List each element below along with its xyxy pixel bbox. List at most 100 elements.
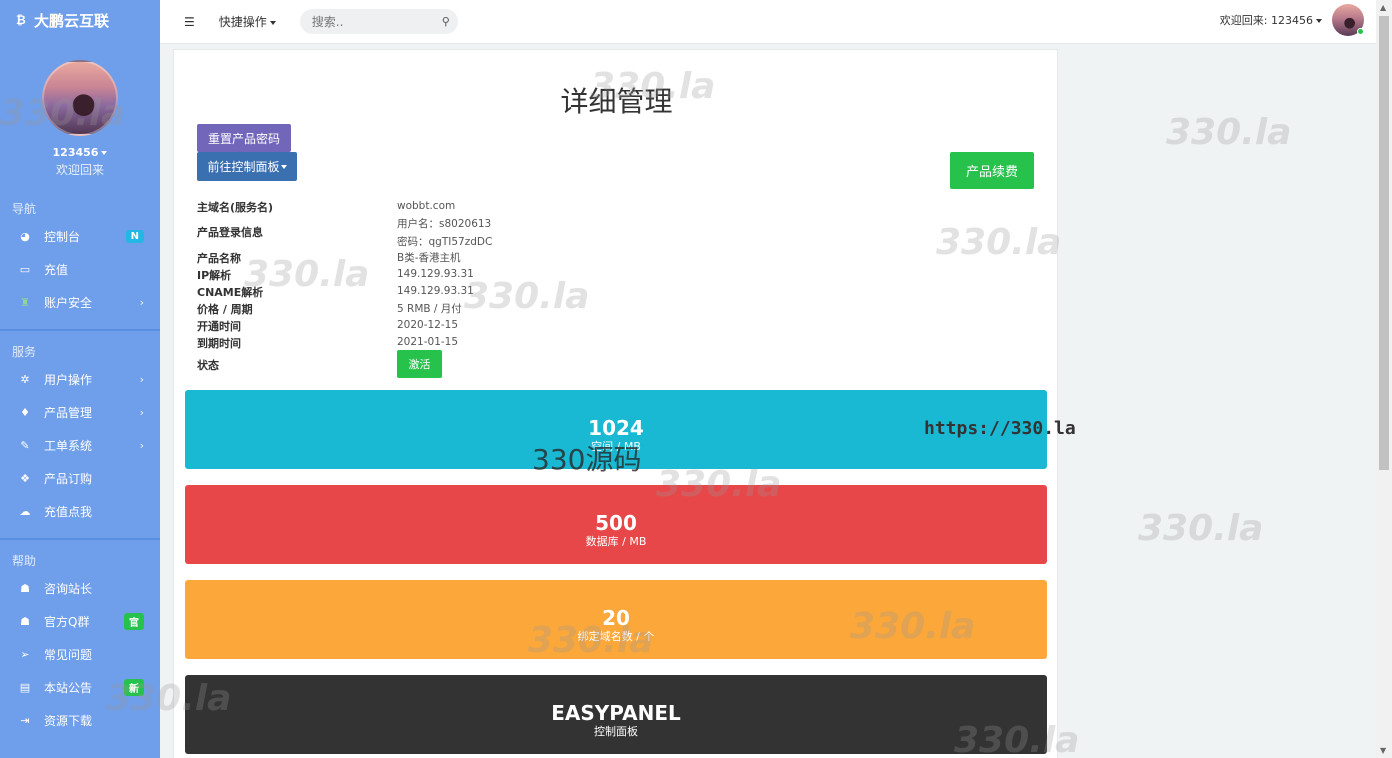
paper-plane-icon: ➢: [20, 648, 30, 661]
brand-logo[interactable]: ₿ 大鹏云互联: [0, 0, 160, 40]
watermark-url: https://330.la: [924, 418, 1076, 439]
sidebar-item-label: 充值点我: [44, 505, 93, 519]
sidebar-item-label: 账户安全: [44, 296, 93, 310]
sidebar-item-dashboard[interactable]: ◕ 控制台 N: [0, 220, 160, 253]
detail-panel: 详细管理 重置产品密码 前往控制面板 产品续费 主域名(服务名) wobbt.c…: [173, 49, 1058, 758]
avatar[interactable]: [42, 60, 118, 136]
caret-down-icon: [280, 164, 287, 169]
search-input[interactable]: [311, 14, 442, 29]
section-nav: 导航: [12, 202, 37, 216]
value-price: 5 RMB / 月付: [397, 303, 462, 315]
watermark: 330.la: [1138, 508, 1264, 549]
sidebar-item-download[interactable]: ⇥ 资源下载: [0, 704, 160, 737]
sidebar-item-recharge[interactable]: ▭ 充值: [0, 253, 160, 286]
sidebar-item-label: 产品订购: [44, 472, 93, 486]
official-badge: 官: [124, 613, 144, 630]
page-title: 详细管理: [560, 85, 673, 118]
online-status-dot: [1357, 28, 1364, 35]
gear-icon: ✲: [20, 373, 30, 386]
caret-down-icon: [101, 151, 108, 155]
username-dropdown[interactable]: 123456: [0, 146, 160, 159]
user-menu[interactable]: 欢迎回来: 123456: [1220, 4, 1364, 36]
sidebar-item-recharge-click[interactable]: ☁ 充值点我: [0, 495, 160, 528]
reset-password-button[interactable]: 重置产品密码: [197, 124, 291, 152]
renew-button[interactable]: 产品续费: [950, 152, 1034, 189]
value-cname: 149.129.93.31: [397, 285, 474, 297]
search-icon[interactable]: ⚲: [442, 15, 450, 28]
value-expire-date: 2021-01-15: [397, 336, 459, 348]
stat-value: 20: [602, 606, 630, 630]
sidebar-item-product-manage[interactable]: ♦ 产品管理 ›: [0, 396, 160, 429]
sidebar-item-label: 资源下载: [44, 714, 93, 728]
label-product: 产品名称: [197, 252, 241, 265]
chevron-right-icon: ›: [139, 439, 144, 452]
divider: [0, 329, 160, 331]
label-ip: IP解析: [197, 269, 232, 282]
sidebar-item-label: 充值: [44, 263, 69, 277]
value-product: B类-香港主机: [397, 252, 461, 264]
label-expire-date: 到期时间: [197, 337, 241, 350]
page-scrollbar[interactable]: ▲ ▼: [1376, 0, 1392, 758]
label-open-date: 开通时间: [197, 320, 241, 333]
caret-down-icon: [1316, 19, 1322, 23]
status-badge: 激活: [397, 350, 442, 378]
chevron-right-icon: ›: [139, 296, 144, 309]
section-help: 帮助: [12, 554, 37, 568]
scroll-up-arrow-icon[interactable]: ▲: [1380, 3, 1386, 12]
new-badge: 新: [124, 679, 144, 696]
sidebar-item-tickets[interactable]: ✎ 工单系统 ›: [0, 429, 160, 462]
user-shield-icon: ♜: [20, 296, 30, 309]
sidebar-item-order[interactable]: ❖ 产品订购: [0, 462, 160, 495]
scrollbar-thumb[interactable]: [1379, 16, 1389, 470]
sidebar-item-account-security[interactable]: ♜ 账户安全 ›: [0, 286, 160, 319]
brand-name: 大鹏云互联: [34, 11, 110, 30]
sign-in-icon: ⇥: [20, 714, 30, 727]
cubes-icon: ❖: [20, 472, 30, 485]
stat-value: 500: [595, 511, 637, 535]
stat-value: EASYPANEL: [551, 701, 681, 725]
cloud-upload-icon: ☁: [19, 505, 31, 518]
document-icon: ▤: [19, 681, 31, 694]
sidebar-item-label: 控制台: [44, 230, 81, 244]
stat-card-domains: 20 绑定域名数 / 个: [185, 580, 1047, 659]
sidebar-item-faq[interactable]: ➢ 常见问题: [0, 638, 160, 671]
value-ip: 149.129.93.31: [397, 268, 474, 280]
label-login: 产品登录信息: [197, 226, 263, 239]
quick-actions-dropdown[interactable]: 快捷操作: [219, 13, 276, 30]
user-profile: 123456 欢迎回来: [0, 40, 160, 178]
quick-actions-label: 快捷操作: [218, 15, 267, 29]
sidebar-item-user-ops[interactable]: ✲ 用户操作 ›: [0, 363, 160, 396]
sidebar-item-label: 官方Q群: [44, 615, 90, 629]
qq-icon: ☗: [20, 615, 30, 628]
sidebar-item-consult[interactable]: ☗ 咨询站长: [0, 572, 160, 605]
new-badge: N: [125, 230, 144, 243]
qq-icon: ☗: [20, 582, 30, 595]
value-password: 密码：qgTI57zdDC: [397, 236, 493, 248]
stat-label: 数据库 / MB: [585, 535, 647, 548]
search-box: ⚲: [299, 9, 458, 34]
sidebar-item-qq-group[interactable]: ☗ 官方Q群 官: [0, 605, 160, 638]
watermark: 330.la: [1166, 112, 1292, 153]
label-status: 状态: [197, 359, 219, 372]
menu-toggle-icon[interactable]: ☰: [184, 15, 195, 29]
sidebar-item-label: 咨询站长: [44, 582, 93, 596]
stat-label: 绑定域名数 / 个: [577, 630, 655, 643]
sidebar-item-announcement[interactable]: ▤ 本站公告 新: [0, 671, 160, 704]
control-panel-button[interactable]: 前往控制面板: [197, 152, 297, 181]
value-domain: wobbt.com: [397, 200, 456, 212]
sidebar: ₿ 大鹏云互联 123456 欢迎回来 导航 ◕ 控制台 N ▭ 充值 ♜ 账户…: [0, 0, 160, 758]
username-text: 123456: [52, 146, 99, 159]
bitcoin-icon: ₿: [16, 13, 26, 27]
scroll-down-arrow-icon[interactable]: ▼: [1380, 746, 1386, 755]
welcome-user-text: 欢迎回来: 123456: [1219, 14, 1313, 27]
credit-card-icon: ▭: [19, 263, 31, 276]
avatar[interactable]: [1332, 4, 1364, 36]
stat-card-database: 500 数据库 / MB: [185, 485, 1047, 564]
stat-card-control-panel[interactable]: EASYPANEL 控制面板: [185, 675, 1047, 754]
sidebar-item-label: 常见问题: [44, 648, 93, 662]
watermark-logo: 330源码: [532, 443, 642, 476]
diamond-icon: ♦: [20, 406, 30, 419]
label-price: 价格 / 周期: [197, 303, 253, 316]
label-cname: CNAME解析: [197, 286, 264, 299]
section-service: 服务: [12, 345, 37, 359]
